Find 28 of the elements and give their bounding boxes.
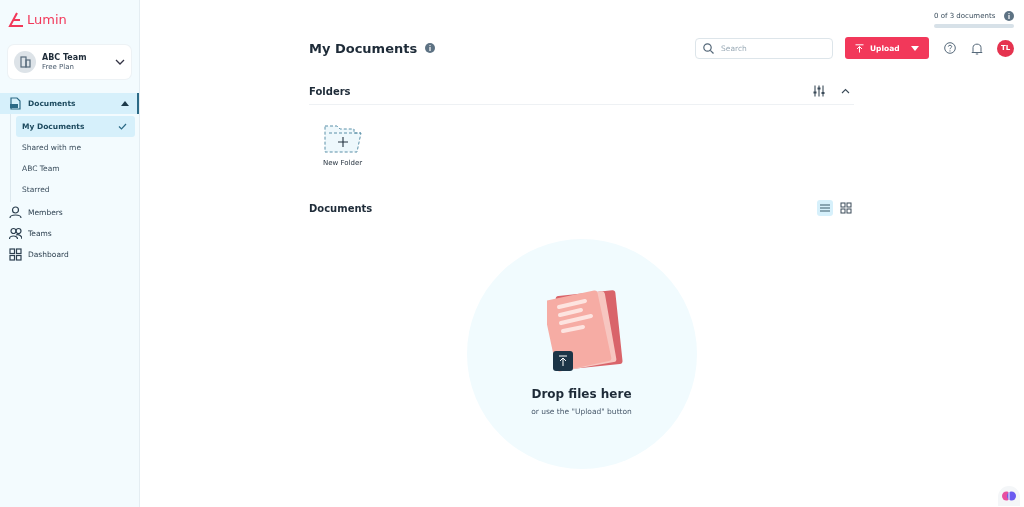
grid-icon bbox=[9, 248, 22, 261]
new-folder-icon bbox=[323, 125, 362, 153]
section-title: Documents bbox=[309, 202, 373, 214]
help-icon bbox=[944, 42, 956, 54]
logo-icon bbox=[8, 12, 24, 28]
people-icon bbox=[9, 227, 22, 240]
search-icon bbox=[703, 42, 714, 54]
brand-name: Lumin bbox=[27, 12, 67, 28]
person-icon bbox=[9, 206, 22, 219]
brain-icon bbox=[1002, 489, 1016, 503]
chevron-down-icon bbox=[115, 59, 125, 65]
section-title: Folders bbox=[309, 85, 351, 97]
list-view-icon[interactable] bbox=[817, 200, 833, 216]
info-icon bbox=[425, 43, 436, 53]
check-icon bbox=[118, 123, 127, 130]
chevron-up-icon[interactable] bbox=[841, 88, 850, 94]
page-title: My Documents bbox=[309, 40, 418, 56]
drop-title: Drop files here bbox=[531, 387, 632, 401]
bell-icon bbox=[971, 41, 983, 55]
grid-view-icon[interactable] bbox=[838, 200, 854, 216]
info-icon bbox=[1004, 11, 1014, 21]
sliders-icon bbox=[813, 85, 825, 97]
caret-up-icon bbox=[121, 101, 129, 106]
caret-down-icon bbox=[911, 45, 919, 51]
document-icon bbox=[9, 97, 22, 110]
building-icon bbox=[14, 51, 36, 73]
upload-icon bbox=[855, 43, 864, 53]
team-name: ABC Team bbox=[42, 52, 88, 63]
